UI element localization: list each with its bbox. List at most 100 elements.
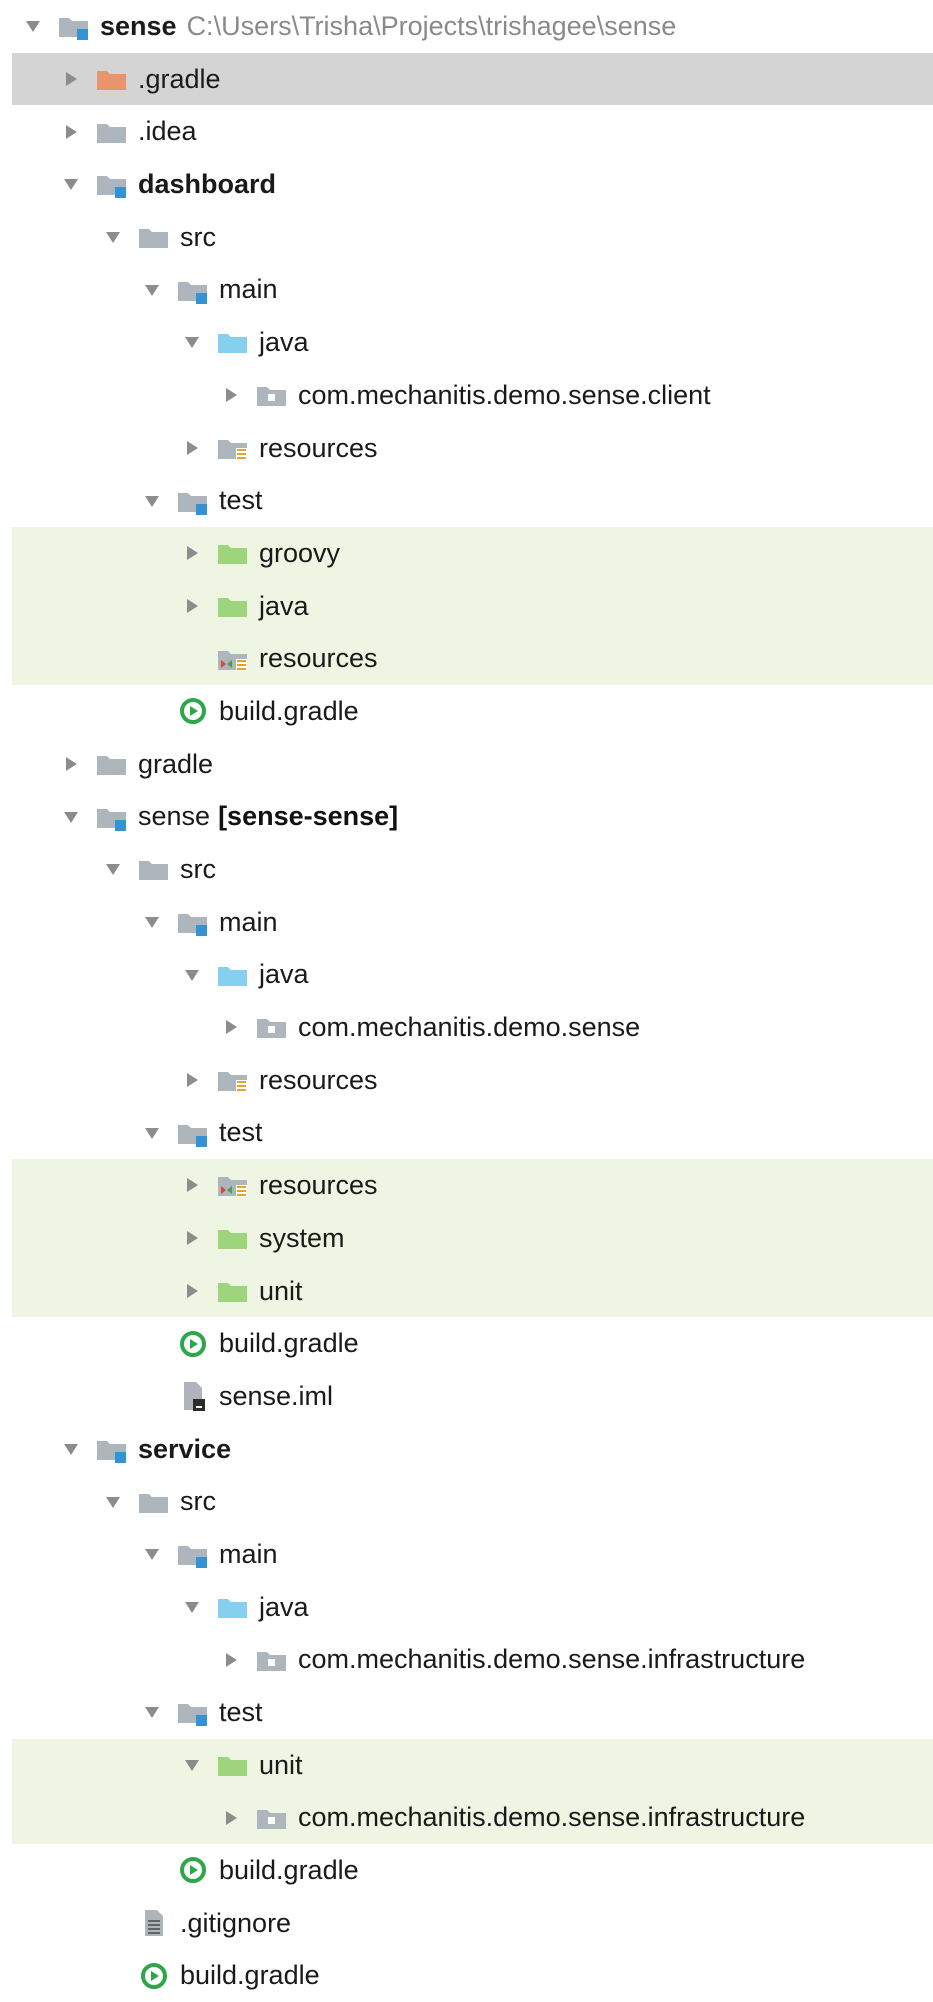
module-folder-icon — [173, 1686, 213, 1739]
chevron-right-icon[interactable] — [60, 53, 82, 106]
tree-row[interactable]: .gradle — [0, 52, 933, 106]
tree-row[interactable]: build.gradle — [0, 685, 933, 738]
chevron-right-icon[interactable] — [181, 1265, 203, 1318]
module-folder-icon — [173, 1106, 213, 1159]
tree-item-name: test — [219, 1117, 263, 1148]
chevron-down-icon[interactable] — [181, 1739, 203, 1792]
tree-row[interactable]: java — [0, 579, 933, 633]
tree-row[interactable]: build.gradle — [0, 1317, 933, 1370]
test-source-root-icon — [213, 527, 253, 580]
tree-row[interactable]: build.gradle — [0, 1844, 933, 1897]
chevron-down-icon[interactable] — [181, 316, 203, 369]
tree-item-name: main — [219, 906, 278, 937]
text-file-icon — [134, 1897, 174, 1950]
tree-row[interactable]: src — [0, 1475, 933, 1528]
chevron-right-icon[interactable] — [220, 369, 242, 422]
chevron-down-icon[interactable] — [102, 211, 124, 264]
chevron-right-icon[interactable] — [181, 580, 203, 633]
chevron-down-icon[interactable] — [141, 1686, 163, 1739]
tree-item-name: gradle — [138, 748, 214, 779]
tree-row[interactable]: .gitignore — [0, 1897, 933, 1950]
tree-item-name: com.mechanitis.demo.sense — [298, 1012, 641, 1043]
package-icon — [252, 1001, 292, 1054]
tree-row[interactable]: groovy — [0, 526, 933, 580]
tree-row[interactable]: src — [0, 211, 933, 264]
chevron-down-icon[interactable] — [141, 263, 163, 316]
tree-row[interactable]: .idea — [0, 105, 933, 158]
tree-row[interactable]: resources — [0, 1159, 933, 1212]
chevron-down-icon[interactable] — [181, 1581, 203, 1634]
tree-row[interactable]: java — [0, 1581, 933, 1634]
chevron-down-icon[interactable] — [141, 474, 163, 527]
tree-item-name: java — [259, 1591, 309, 1622]
tree-row[interactable]: build.gradle — [0, 1949, 933, 2002]
tree-item-label: main — [219, 896, 278, 949]
tree-row[interactable]: test — [0, 474, 933, 527]
chevron-right-icon[interactable] — [181, 1054, 203, 1107]
tree-item-name: resources — [259, 432, 378, 463]
tree-row[interactable]: com.mechanitis.demo.sense.infrastructure — [0, 1791, 933, 1844]
tree-row[interactable]: java — [0, 316, 933, 369]
chevron-right-icon[interactable] — [220, 1791, 242, 1844]
tree-item-label: main — [219, 1528, 278, 1581]
tree-row[interactable]: gradle — [0, 738, 933, 791]
tree-row[interactable]: com.mechanitis.demo.sense.infrastructure — [0, 1633, 933, 1686]
tree-row[interactable]: test — [0, 1686, 933, 1739]
chevron-down-icon[interactable] — [22, 0, 44, 53]
chevron-down-icon[interactable] — [141, 1528, 163, 1581]
chevron-right-icon[interactable] — [181, 422, 203, 475]
chevron-down-icon[interactable] — [181, 948, 203, 1001]
tree-row[interactable]: com.mechanitis.demo.sense — [0, 1001, 933, 1054]
module-folder-icon — [92, 1423, 132, 1476]
tree-row[interactable]: resources — [0, 1054, 933, 1107]
tree-row[interactable]: main — [0, 1528, 933, 1581]
tree-row[interactable]: resources — [0, 422, 933, 475]
tree-row[interactable]: sense C:\Users\Trisha\Projects\trishagee\… — [0, 0, 933, 53]
chevron-right-icon[interactable] — [181, 527, 203, 580]
chevron-right-icon[interactable] — [181, 1212, 203, 1265]
tree-item-name: build.gradle — [219, 1328, 359, 1359]
chevron-down-icon[interactable] — [60, 790, 82, 843]
chevron-down-icon[interactable] — [60, 1423, 82, 1476]
chevron-right-icon[interactable] — [60, 738, 82, 791]
tree-row[interactable]: java — [0, 948, 933, 1001]
tree-row[interactable]: main — [0, 896, 933, 949]
tree-row[interactable]: resources — [0, 632, 933, 685]
chevron-right-icon[interactable] — [220, 1001, 242, 1054]
source-root-icon — [213, 1581, 253, 1634]
module-folder-icon — [92, 158, 132, 211]
tree-item-name: sense — [138, 801, 211, 832]
chevron-down-icon[interactable] — [141, 1106, 163, 1159]
test-source-root-icon — [213, 1265, 253, 1318]
tree-item-name: build.gradle — [219, 1855, 359, 1886]
tree-item-label: test — [219, 1106, 263, 1159]
tree-item-label: build.gradle — [219, 1844, 359, 1897]
tree-row[interactable]: sense.iml — [0, 1370, 933, 1423]
tree-row[interactable]: unit — [0, 1738, 933, 1792]
chevron-down-icon[interactable] — [60, 158, 82, 211]
tree-item-name: build.gradle — [219, 695, 359, 726]
tree-row[interactable]: main — [0, 263, 933, 316]
project-tree: sense C:\Users\Trisha\Projects\trishagee\… — [0, 0, 933, 2002]
tree-row[interactable]: test — [0, 1106, 933, 1159]
chevron-right-icon[interactable] — [181, 1159, 203, 1212]
tree-row[interactable]: com.mechanitis.demo.sense.client — [0, 369, 933, 422]
chevron-down-icon[interactable] — [141, 896, 163, 949]
tree-row[interactable]: unit — [0, 1264, 933, 1318]
tree-item-label: main — [219, 263, 278, 316]
tree-row[interactable]: dashboard — [0, 158, 933, 211]
tree-item-label: system — [259, 1212, 345, 1265]
tree-row[interactable]: sense [sense-sense] — [0, 790, 933, 843]
tree-row[interactable]: service — [0, 1423, 933, 1476]
chevron-down-icon[interactable] — [102, 843, 124, 896]
tree-item-name: com.mechanitis.demo.sense.infrastructure — [298, 1802, 806, 1833]
chevron-right-icon[interactable] — [220, 1633, 242, 1686]
tree-row[interactable]: system — [0, 1211, 933, 1265]
tree-item-label: src — [180, 211, 216, 264]
tree-item-name: unit — [259, 1275, 303, 1306]
tree-item-name: src — [180, 1486, 216, 1517]
chevron-down-icon[interactable] — [102, 1475, 124, 1528]
tree-item-name: test — [219, 1697, 263, 1727]
chevron-right-icon[interactable] — [60, 105, 82, 158]
tree-row[interactable]: src — [0, 843, 933, 896]
